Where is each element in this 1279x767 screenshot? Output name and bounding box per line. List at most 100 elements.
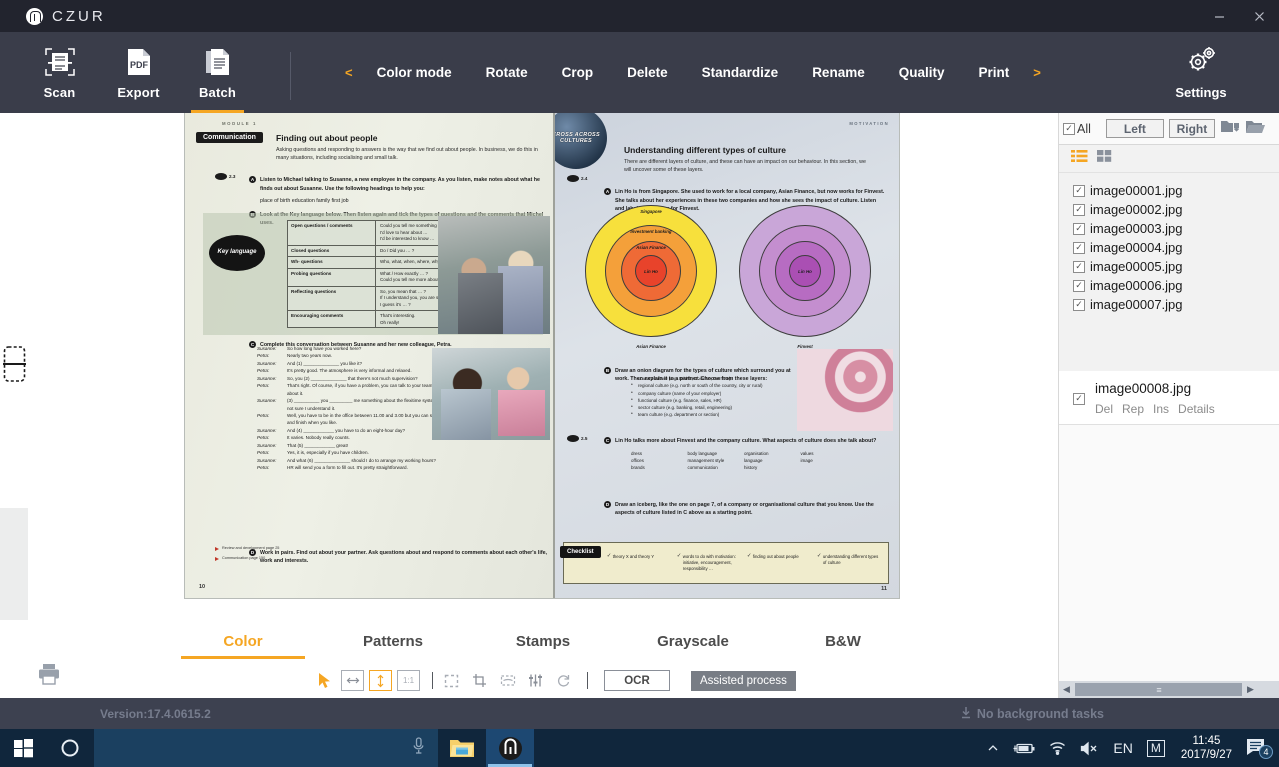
select-region-icon[interactable] <box>440 670 463 691</box>
dlg-speaker: Susanne: <box>257 375 277 381</box>
notifications-icon[interactable]: 4 <box>1241 736 1279 761</box>
right-page-button[interactable]: Right <box>1168 119 1215 138</box>
tab-grayscale[interactable]: Grayscale <box>618 620 768 662</box>
volume-muted-icon[interactable] <box>1073 741 1106 756</box>
checkbox-icon[interactable]: ✓ <box>1073 222 1085 235</box>
actual-size-icon[interactable]: 1:1 <box>397 670 420 691</box>
microphone-icon[interactable] <box>412 736 425 760</box>
ime-indicator[interactable]: M <box>1140 739 1172 757</box>
list-item[interactable]: ✓ image00001.jpg <box>1059 181 1279 200</box>
exercise-d-text: Work in pairs. Find out about your partn… <box>260 550 548 565</box>
menu-item-crop[interactable]: Crop <box>545 65 611 80</box>
windows-start-icon[interactable] <box>0 729 46 767</box>
flatten-page-icon[interactable] <box>496 670 519 691</box>
sidebar-horizontal-scrollbar[interactable]: ◀ ≡ ▶ <box>1059 681 1279 698</box>
grid-cell: organisation <box>744 451 769 456</box>
import-folder-icon[interactable] <box>1220 118 1240 140</box>
checkbox-icon[interactable]: ✓ <box>1073 241 1085 254</box>
crop-icon[interactable] <box>468 670 491 691</box>
grid-view-icon[interactable] <box>1097 149 1112 168</box>
checkbox-icon[interactable]: ✓ <box>1073 392 1085 405</box>
czur-taskbar-icon[interactable] <box>486 729 534 767</box>
tab-bw[interactable]: B&W <box>768 620 918 662</box>
menu-item-print[interactable]: Print <box>961 65 1026 80</box>
minimize-button[interactable] <box>1199 0 1239 32</box>
list-item[interactable]: ✓ image00002.jpg <box>1059 200 1279 219</box>
list-item[interactable]: ✓ image00003.jpg <box>1059 219 1279 238</box>
menu-item-quality[interactable]: Quality <box>882 65 962 80</box>
grid-cell: management style <box>687 458 725 463</box>
selected-file-card[interactable]: ✓ image00008.jpg Del Rep Ins Details <box>1059 371 1279 425</box>
search-input[interactable] <box>94 729 438 767</box>
scanned-left-page: MODULE 1 Communication Finding out about… <box>185 113 555 598</box>
menu-item-delete[interactable]: Delete <box>610 65 685 80</box>
open-folder-icon[interactable] <box>1245 118 1265 140</box>
select-all-checkbox[interactable]: ✓ All <box>1063 122 1091 136</box>
language-indicator[interactable]: EN <box>1106 740 1139 756</box>
list-item[interactable]: ✓ image00007.jpg <box>1059 295 1279 314</box>
grid-cell: body language <box>687 451 718 456</box>
menu-prev-chevron[interactable]: < <box>338 65 360 80</box>
show-hidden-icons-chevron[interactable] <box>980 742 1006 754</box>
list-item: Review and development page 25 <box>215 546 279 551</box>
photo-networking <box>438 216 550 334</box>
close-button[interactable] <box>1239 0 1279 32</box>
czur-logo-icon <box>26 7 43 25</box>
assisted-process-button[interactable]: Assisted process <box>691 670 796 691</box>
wifi-icon[interactable] <box>1042 741 1073 755</box>
checkbox-icon[interactable]: ✓ <box>1073 203 1085 216</box>
file-explorer-icon[interactable] <box>438 729 486 767</box>
details-action[interactable]: Details <box>1178 402 1215 416</box>
pointer-icon[interactable] <box>313 670 336 691</box>
batch-button[interactable]: Batch <box>178 32 257 113</box>
settings-button[interactable]: Settings <box>1155 32 1247 113</box>
dialogue-block: Susanne: So how long have you worked here… <box>257 345 447 471</box>
tab-stamps[interactable]: Stamps <box>468 620 618 662</box>
checkbox-icon[interactable]: ✓ <box>1073 260 1085 273</box>
preview-canvas[interactable]: MODULE 1 Communication Finding out about… <box>0 113 1058 653</box>
section-label: MOTIVATION <box>849 121 889 126</box>
scan-button[interactable]: Scan <box>20 32 99 113</box>
ocr-button[interactable]: OCR <box>604 670 670 691</box>
scrollbar-thumb[interactable]: ≡ <box>1075 683 1242 696</box>
tab-color[interactable]: Color <box>168 620 318 662</box>
key-language-label: Key language <box>209 235 265 271</box>
menu-item-color-mode[interactable]: Color mode <box>360 65 469 80</box>
fit-width-icon[interactable] <box>341 670 364 691</box>
split-page-icon[interactable] <box>3 345 26 383</box>
file-list[interactable]: ✓ image00001.jpg ✓ image00002.jpg ✓ imag… <box>1059 173 1279 371</box>
list-item[interactable]: ✓ image00006.jpg <box>1059 276 1279 295</box>
checkbox-icon[interactable]: ✓ <box>1073 298 1085 311</box>
menu-item-standardize[interactable]: Standardize <box>685 65 796 80</box>
list-view-icon[interactable] <box>1071 149 1088 168</box>
scroll-left-icon[interactable]: ◀ <box>1059 681 1074 698</box>
menu-item-rotate[interactable]: Rotate <box>469 65 545 80</box>
checkbox-icon[interactable]: ✓ <box>1073 184 1085 197</box>
menu-next-chevron[interactable]: > <box>1026 65 1048 80</box>
dlg-speaker: Susanne: <box>257 427 277 433</box>
onion-diagrams: Singapore Investment banking Asian Finan… <box>573 205 883 355</box>
scroll-right-icon[interactable]: ▶ <box>1243 681 1258 698</box>
delete-action[interactable]: Del <box>1095 402 1113 416</box>
left-page-button[interactable]: Left <box>1105 119 1164 138</box>
menu-item-rename[interactable]: Rename <box>795 65 882 80</box>
checkbox-icon[interactable]: ✓ <box>1073 279 1085 292</box>
clock[interactable]: 11:45 2017/9/27 <box>1172 734 1241 763</box>
list-item[interactable]: ✓ image00005.jpg <box>1059 257 1279 276</box>
rotate-refresh-icon[interactable] <box>552 670 575 691</box>
exercise-b-letter: B <box>604 367 611 374</box>
list-item: functional culture (e.g. finance, sales,… <box>631 396 806 404</box>
notification-count-badge: 4 <box>1259 744 1273 759</box>
exercise-a-letter: A <box>249 176 256 184</box>
exercise-c-right: C Lin Ho talks more about Finvest and th… <box>604 437 886 445</box>
export-button[interactable]: PDF Export <box>99 32 178 113</box>
list-item[interactable]: ✓ image00004.jpg <box>1059 238 1279 257</box>
tab-patterns[interactable]: Patterns <box>318 620 468 662</box>
fit-height-icon[interactable] <box>369 670 392 691</box>
scanned-page-spread[interactable]: MODULE 1 Communication Finding out about… <box>185 113 899 598</box>
insert-action[interactable]: Ins <box>1153 402 1169 416</box>
battery-charging-icon[interactable] <box>1006 741 1042 755</box>
cortana-circle-icon[interactable] <box>46 729 94 767</box>
adjust-levels-icon[interactable] <box>524 670 547 691</box>
replace-action[interactable]: Rep <box>1122 402 1144 416</box>
